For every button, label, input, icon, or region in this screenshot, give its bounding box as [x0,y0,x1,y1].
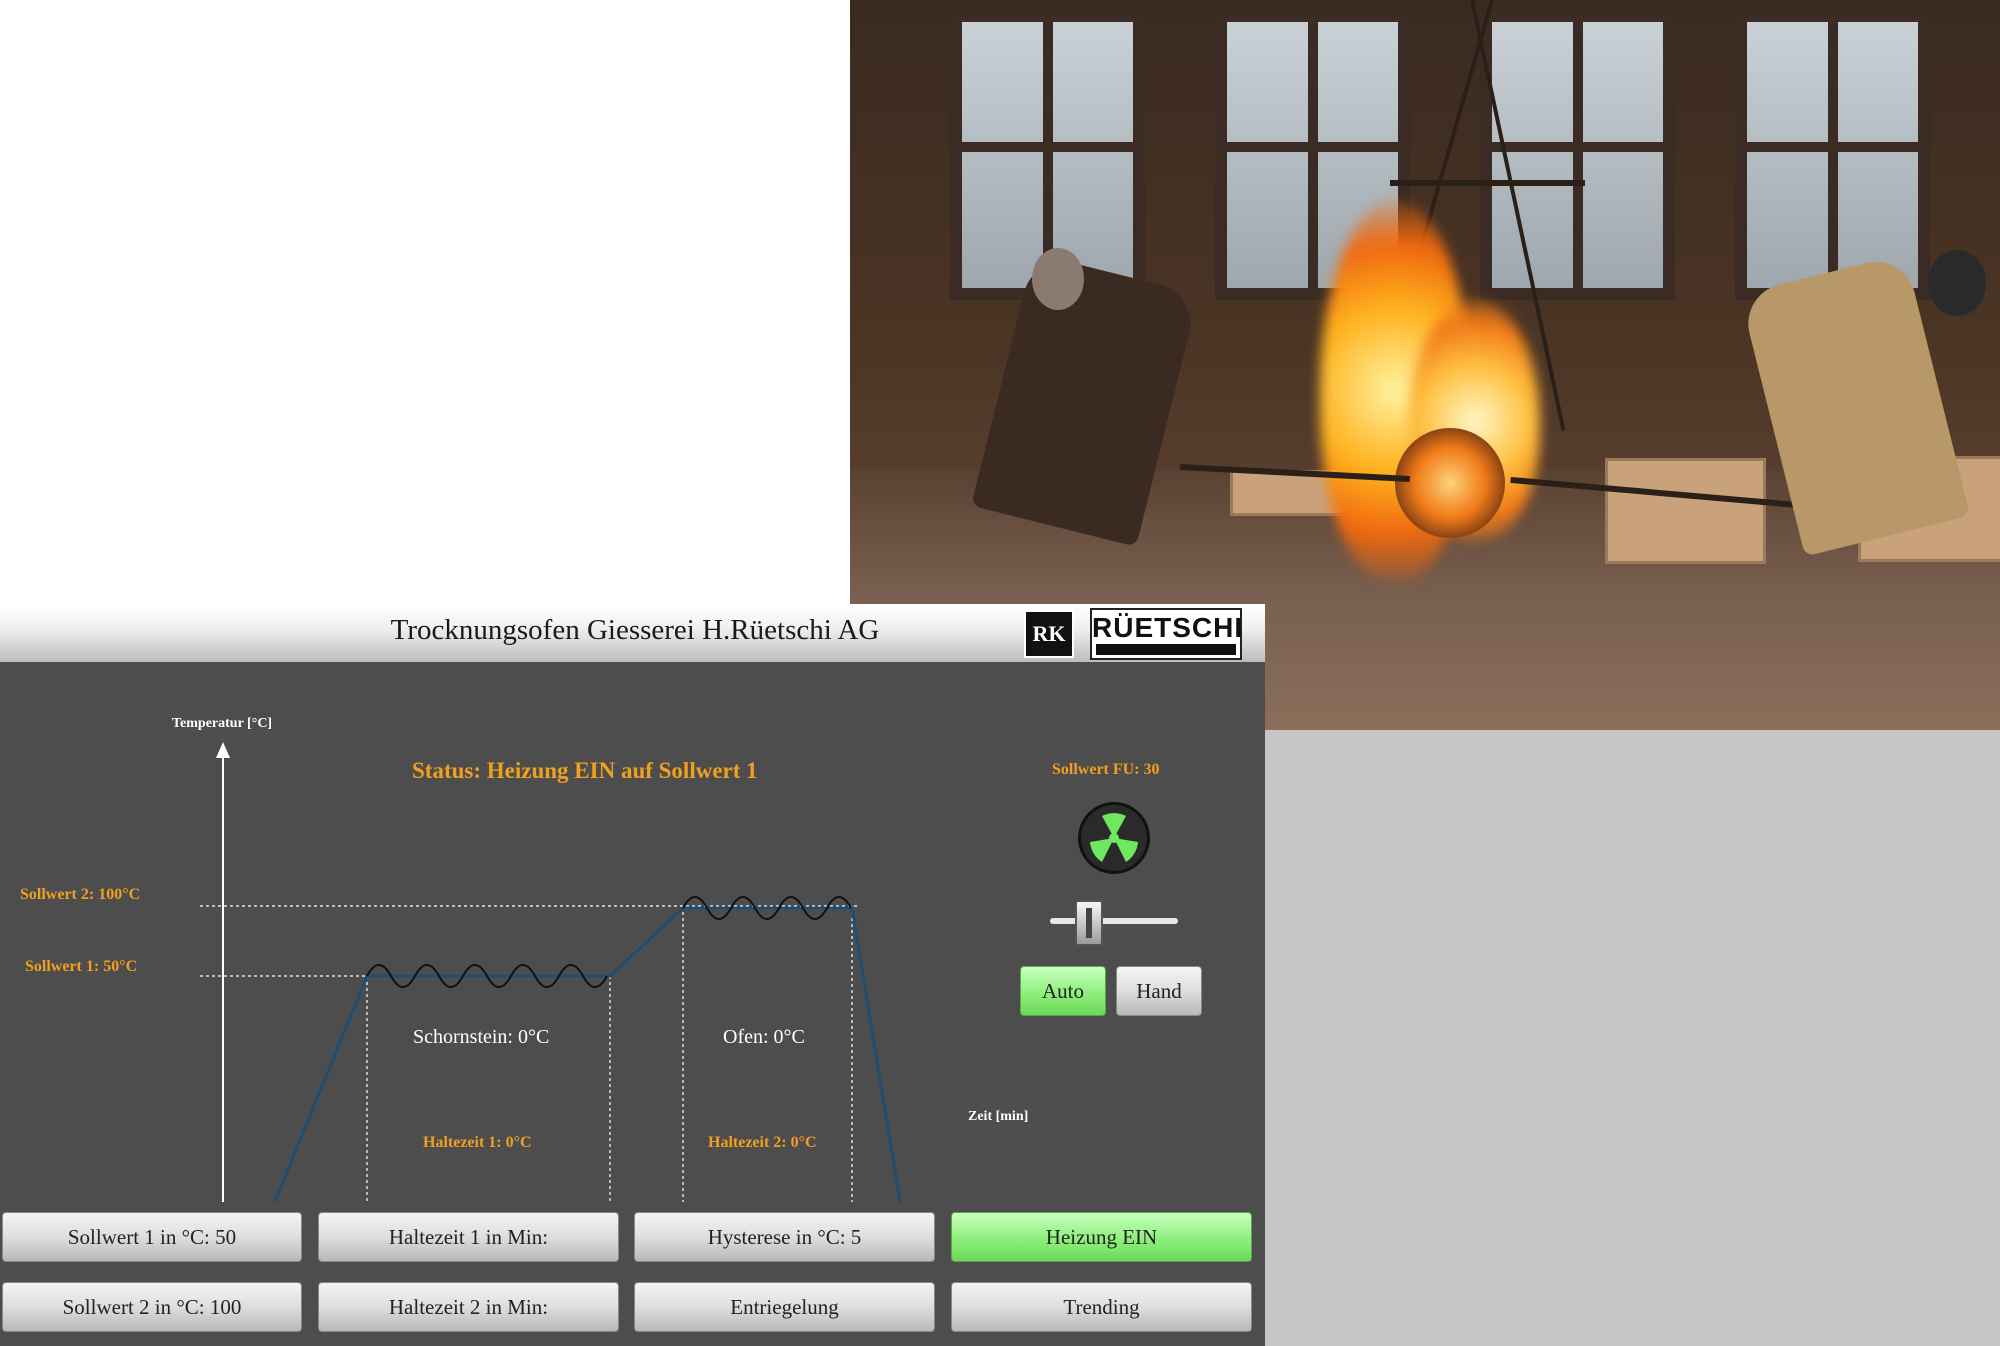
x-axis-label: Zeit [min] [968,1109,1029,1124]
haltezeit2-label: Haltezeit 2: 0°C [708,1134,817,1151]
temperature-profile [273,906,902,1202]
window-pane [1480,10,1675,300]
worker-head [1928,250,1986,316]
haltezeit1-button[interactable]: Haltezeit 1 in Min: [318,1212,619,1262]
title-bar: Trocknungsofen Giesserei H.Rüetschi AG R… [0,604,1265,662]
fan-icon [1078,802,1150,874]
sollwert1-label: Sollwert 1: 50°C [25,958,138,975]
sollwert-fu: Sollwert FU: 30 [1052,761,1160,778]
ruetschi-logo-text: RÜETSCHI [1092,612,1244,643]
hmi-panel: Trocknungsofen Giesserei H.Rüetschi AG R… [0,604,1265,1346]
fu-slider-handle[interactable] [1075,900,1103,946]
sollwert2-label: Sollwert 2: 100°C [20,886,141,903]
sand-crate [1605,458,1766,564]
hysterese-button[interactable]: Hysterese in °C: 5 [634,1212,935,1262]
fu-slider-track[interactable] [1050,918,1178,924]
worker-head [1032,248,1084,310]
trending-button[interactable]: Trending [951,1282,1252,1332]
haltezeit2-button[interactable]: Haltezeit 2 in Min: [318,1282,619,1332]
auto-mode-button[interactable]: Auto [1020,966,1106,1016]
background-panel [1265,730,2000,1346]
schornstein-temp: Schornstein: 0°C [413,1026,550,1048]
hand-mode-button[interactable]: Hand [1116,966,1202,1016]
sollwert2-button[interactable]: Sollwert 2 in °C: 100 [2,1282,302,1332]
haltezeit1-label: Haltezeit 1: 0°C [423,1134,532,1151]
y-axis-arrow [216,742,230,758]
crucible [1395,428,1505,538]
ruetschi-logo-strip [1096,644,1236,655]
crane-bar [1390,180,1585,186]
ofen-temp: Ofen: 0°C [723,1026,805,1048]
rk-logo: RK [1024,610,1074,658]
y-axis-label: Temperatur [°C] [172,716,273,731]
window-pane [1735,10,1930,300]
heizung-button[interactable]: Heizung EIN [951,1212,1252,1262]
ruetschi-logo: RÜETSCHI [1090,608,1242,660]
entriegelung-button[interactable]: Entriegelung [634,1282,935,1332]
page-title: Trocknungsofen Giesserei H.Rüetschi AG [390,614,880,646]
status-text: Status: Heizung EIN auf Sollwert 1 [412,758,758,783]
sollwert1-button[interactable]: Sollwert 1 in °C: 50 [2,1212,302,1262]
